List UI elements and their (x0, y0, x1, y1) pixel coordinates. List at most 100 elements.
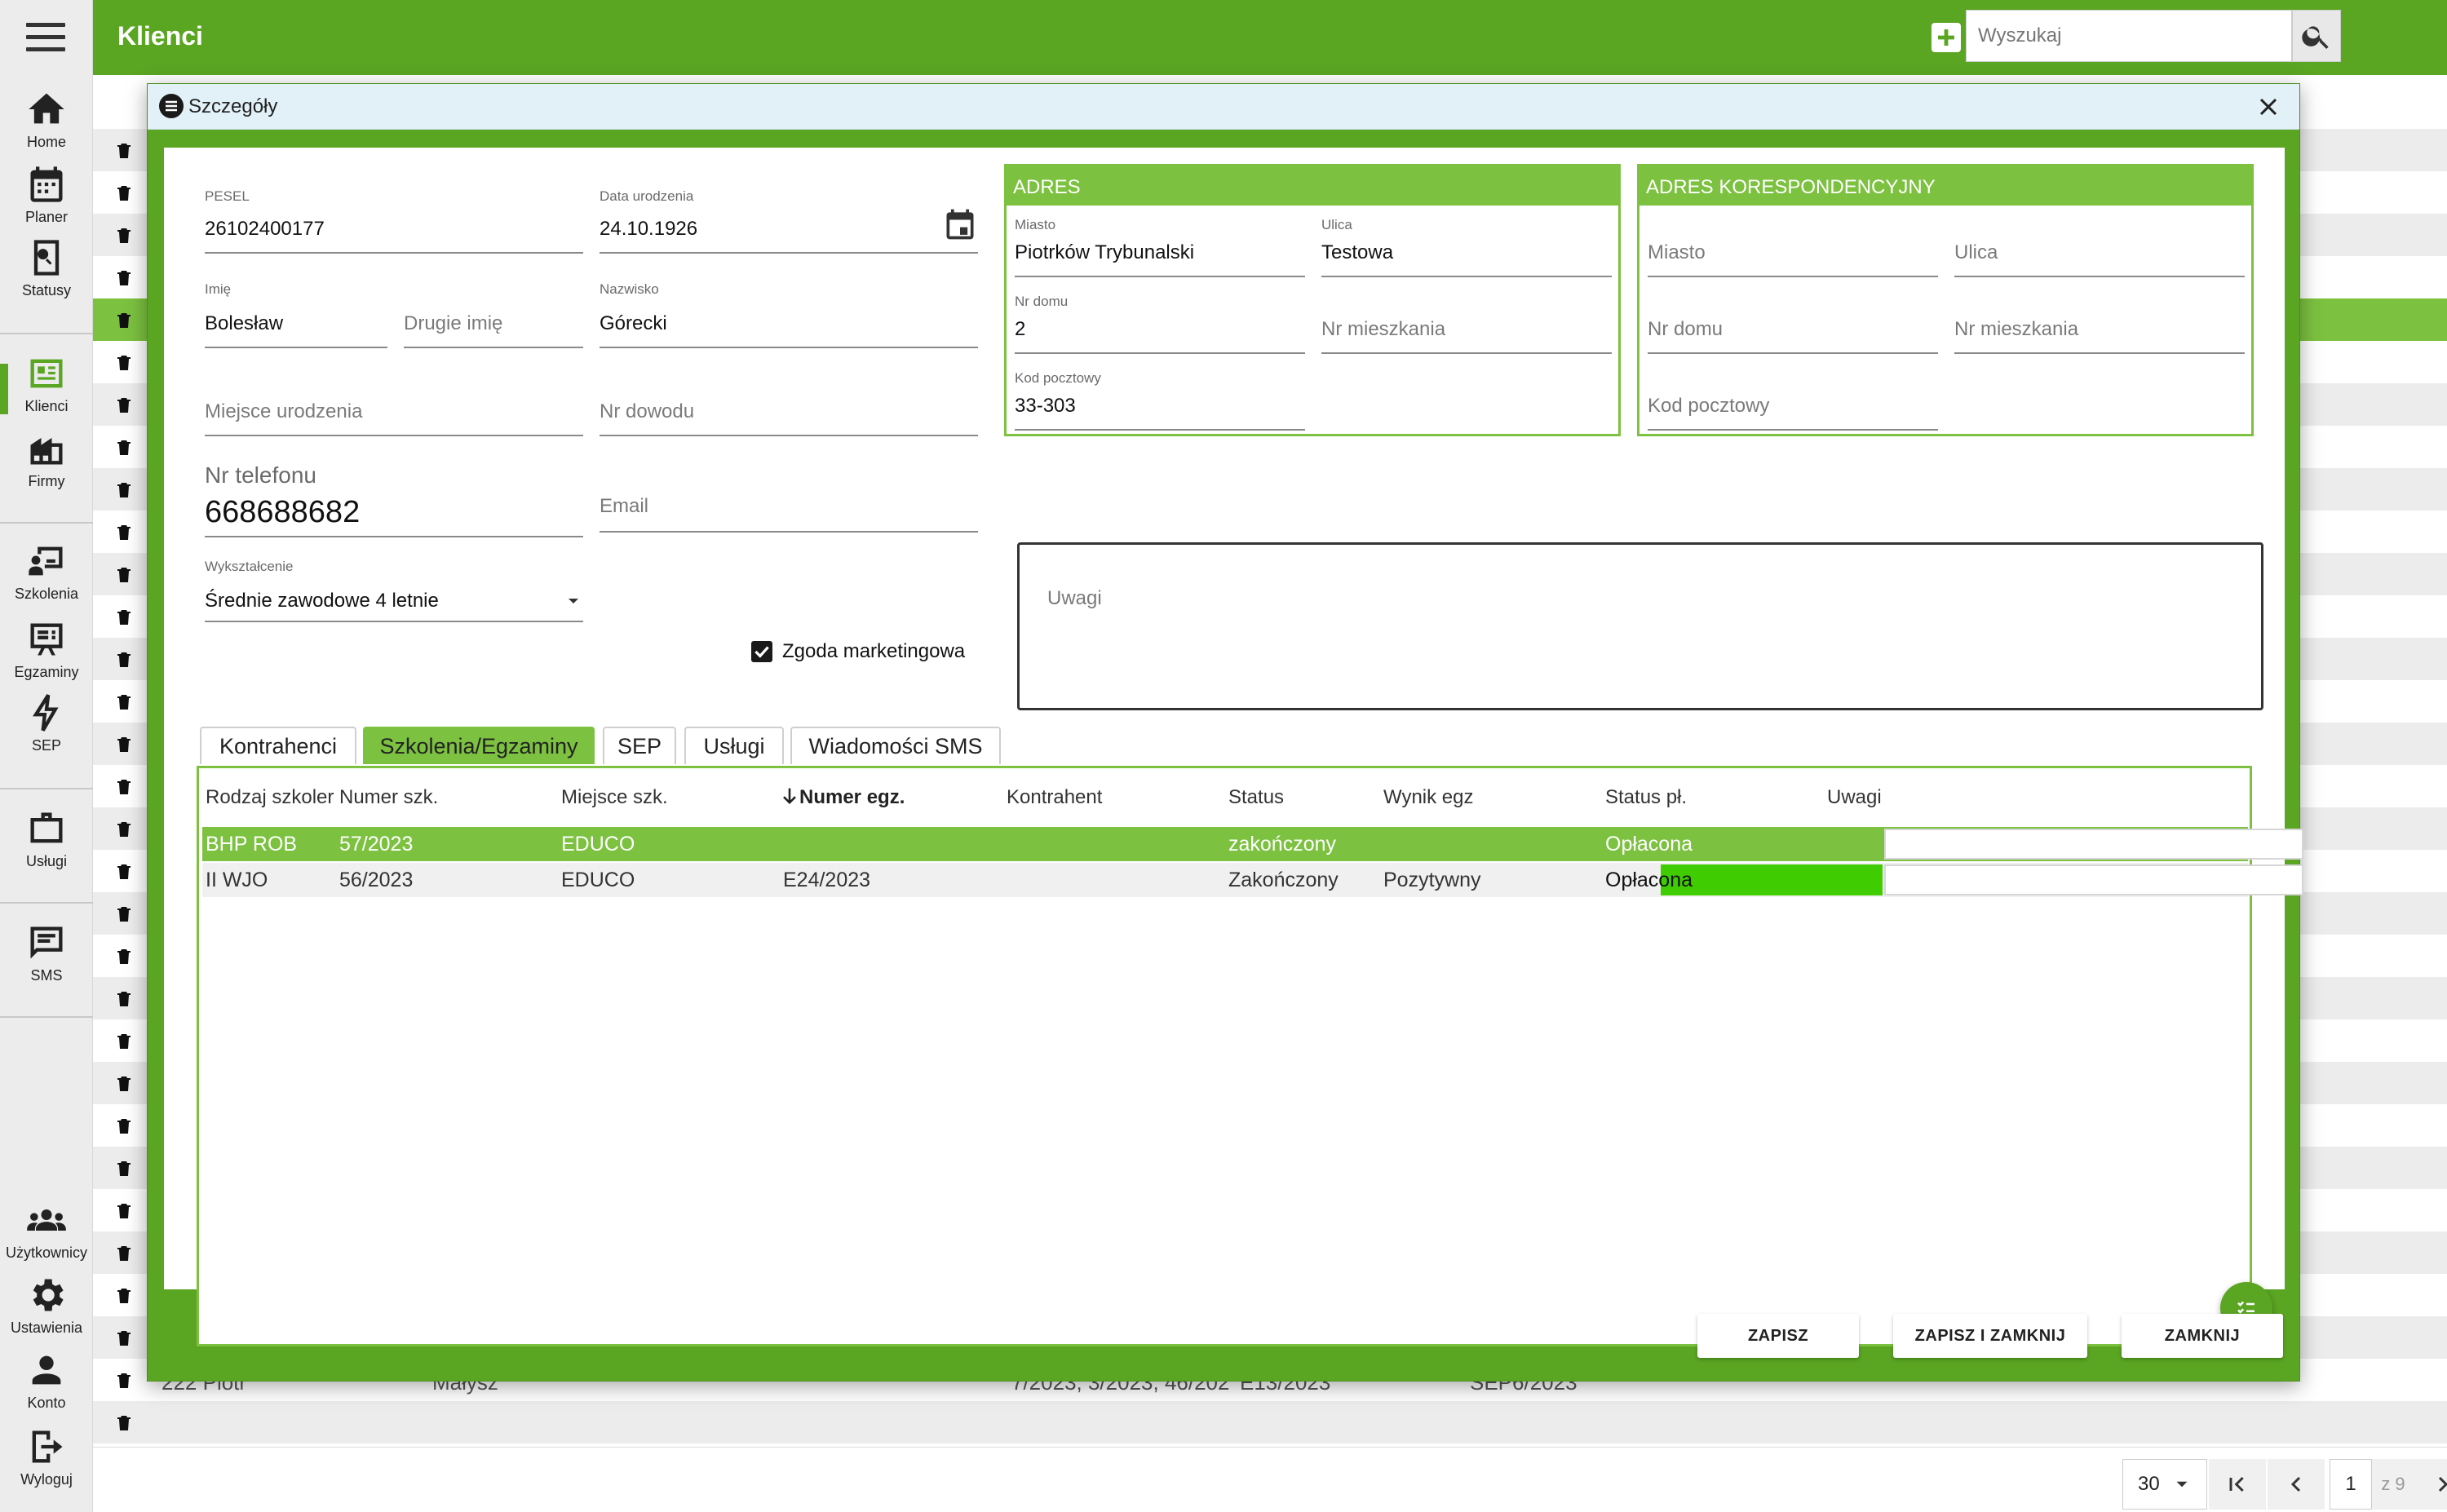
street-field[interactable]: Ulica Testowa (1321, 217, 1612, 277)
trash-icon[interactable] (114, 480, 134, 501)
cell-notes-input[interactable] (1884, 864, 2303, 895)
trash-icon[interactable] (114, 267, 134, 289)
trash-icon[interactable] (114, 1073, 134, 1094)
search-input[interactable] (1967, 11, 2285, 61)
column-header[interactable]: Rodzaj szkoler (206, 786, 334, 809)
table-row[interactable]: BHP ROB 57/2023 EDUCO zakończony Opłacon… (202, 827, 2303, 861)
postal-code-field[interactable]: Kod pocztowy 33-303 (1015, 370, 1305, 431)
trash-icon[interactable] (114, 692, 134, 713)
page-size-select[interactable]: 30 (2122, 1459, 2207, 1510)
house-number-field[interactable]: Nr domu 2 (1015, 294, 1305, 354)
notes-textarea[interactable]: Uwagi (1017, 542, 2263, 710)
sidebar-item-planer[interactable]: Planer (0, 163, 93, 226)
trash-icon[interactable] (114, 1116, 134, 1137)
column-header[interactable]: Status pł. (1605, 786, 1687, 809)
city-field[interactable]: Miasto Piotrków Trybunalski (1015, 217, 1305, 277)
trash-icon[interactable] (114, 1031, 134, 1052)
add-button[interactable] (1927, 18, 1966, 57)
trash-icon[interactable] (114, 1285, 134, 1306)
last-name-field[interactable]: Nazwisko Górecki (600, 281, 978, 348)
sidebar-item-ustawienia[interactable]: Ustawienia (0, 1274, 93, 1337)
corr-street-field[interactable]: Ulica (1954, 217, 2245, 277)
trash-icon[interactable] (114, 607, 134, 628)
first-page-button[interactable] (2209, 1459, 2266, 1510)
trash-icon[interactable] (114, 183, 134, 204)
second-name-field[interactable]: Drugie imię (404, 281, 583, 348)
prev-page-button[interactable] (2268, 1459, 2325, 1510)
trash-icon[interactable] (114, 564, 134, 586)
birth-place-field[interactable]: Miejsce urodzenia (205, 386, 583, 436)
column-header[interactable]: Numer szk. (339, 786, 438, 809)
pesel-field[interactable]: PESEL 26102400177 (205, 188, 583, 254)
table-row[interactable]: II WJO 56/2023 EDUCO E24/2023 Zakończony… (202, 863, 2303, 897)
column-header[interactable]: Miejsce szk. (561, 786, 668, 809)
corr-flat-number-field[interactable]: Nr mieszkania (1954, 294, 2245, 354)
sidebar-item-sms[interactable]: SMS (0, 922, 93, 984)
sidebar-item-uslugi[interactable]: Usługi (0, 807, 93, 870)
trash-icon[interactable] (114, 352, 134, 374)
close-button[interactable] (2254, 92, 2283, 122)
trash-icon[interactable] (114, 310, 134, 331)
birth-date-field[interactable]: Data urodzenia 24.10.1926 (600, 188, 978, 254)
education-select[interactable]: Wykształcenie Średnie zawodowe 4 letnie (205, 559, 583, 622)
sidebar-item-sep[interactable]: SEP (0, 692, 93, 754)
trash-icon[interactable] (114, 522, 134, 543)
tab-sep[interactable]: SEP (603, 727, 676, 764)
first-name-field[interactable]: Imię Bolesław (205, 281, 387, 348)
cell-notes-input[interactable] (1884, 829, 2303, 860)
table-row[interactable] (93, 1401, 2447, 1443)
next-page-button[interactable] (2414, 1459, 2447, 1510)
email-field[interactable]: Email (600, 479, 978, 533)
trash-icon[interactable] (114, 395, 134, 416)
sidebar-item-klienci[interactable]: Klienci (0, 352, 93, 415)
search-field[interactable] (1966, 10, 2292, 62)
trash-icon[interactable] (114, 861, 134, 882)
hamburger-menu-icon[interactable] (26, 23, 65, 52)
sidebar-item-statusy[interactable]: Statusy (0, 237, 93, 299)
column-header[interactable]: Kontrahent (1007, 786, 1102, 809)
sidebar-item-egzaminy[interactable]: Egzaminy (0, 618, 93, 681)
tab-kontrahenci[interactable]: Kontrahenci (200, 727, 356, 764)
marketing-consent-checkbox[interactable] (751, 641, 772, 662)
trash-icon[interactable] (114, 904, 134, 925)
flat-number-field[interactable]: Nr mieszkania (1321, 294, 1612, 354)
sidebar-item-firmy[interactable]: Firmy (0, 427, 93, 490)
corr-city-field[interactable]: Miasto (1648, 217, 1938, 277)
column-header[interactable]: Numer egz. (799, 786, 905, 809)
trash-icon[interactable] (114, 1243, 134, 1264)
sidebar-item-konto[interactable]: Konto (0, 1349, 93, 1412)
calendar-picker-icon[interactable] (942, 206, 978, 242)
trash-icon[interactable] (114, 225, 134, 246)
trash-icon[interactable] (114, 1200, 134, 1222)
sidebar-item-uzytkownicy[interactable]: Użytkownicy (0, 1199, 93, 1262)
trash-icon[interactable] (114, 437, 134, 458)
save-button[interactable]: ZAPISZ (1697, 1314, 1859, 1358)
trash-icon[interactable] (114, 140, 134, 161)
corr-postal-code-field[interactable]: Kod pocztowy (1648, 370, 1938, 431)
column-header[interactable]: Status (1228, 786, 1284, 809)
trash-icon[interactable] (114, 1413, 134, 1434)
trash-icon[interactable] (114, 819, 134, 840)
sidebar-item-szkolenia[interactable]: Szkolenia (0, 540, 93, 603)
trash-icon[interactable] (114, 1328, 134, 1349)
close-dialog-button[interactable]: ZAMKNIJ (2122, 1314, 2283, 1358)
phone-field[interactable]: Nr telefonu 668688682 (205, 462, 583, 537)
search-button[interactable] (2292, 10, 2341, 62)
column-header[interactable]: Wynik egz (1383, 786, 1473, 809)
id-number-field[interactable]: Nr dowodu (600, 386, 978, 436)
trash-icon[interactable] (114, 649, 134, 670)
trash-icon[interactable] (114, 776, 134, 798)
tab-uslugi[interactable]: Usługi (684, 727, 784, 764)
page-number-input[interactable]: 1 (2330, 1459, 2372, 1510)
trash-icon[interactable] (114, 1158, 134, 1179)
sidebar-item-wyloguj[interactable]: Wyloguj (0, 1426, 93, 1488)
save-and-close-button[interactable]: ZAPISZ I ZAMKNIJ (1893, 1314, 2087, 1358)
trash-icon[interactable] (114, 1370, 134, 1391)
tab-szkolenia-egzaminy[interactable]: Szkolenia/Egzaminy (363, 727, 595, 764)
column-header[interactable]: Uwagi (1827, 786, 1882, 809)
tab-wiadomosci-sms[interactable]: Wiadomości SMS (790, 727, 1001, 764)
trash-icon[interactable] (114, 734, 134, 755)
sidebar-item-home[interactable]: Home (0, 88, 93, 151)
corr-house-number-field[interactable]: Nr domu (1648, 294, 1938, 354)
trash-icon[interactable] (114, 988, 134, 1010)
